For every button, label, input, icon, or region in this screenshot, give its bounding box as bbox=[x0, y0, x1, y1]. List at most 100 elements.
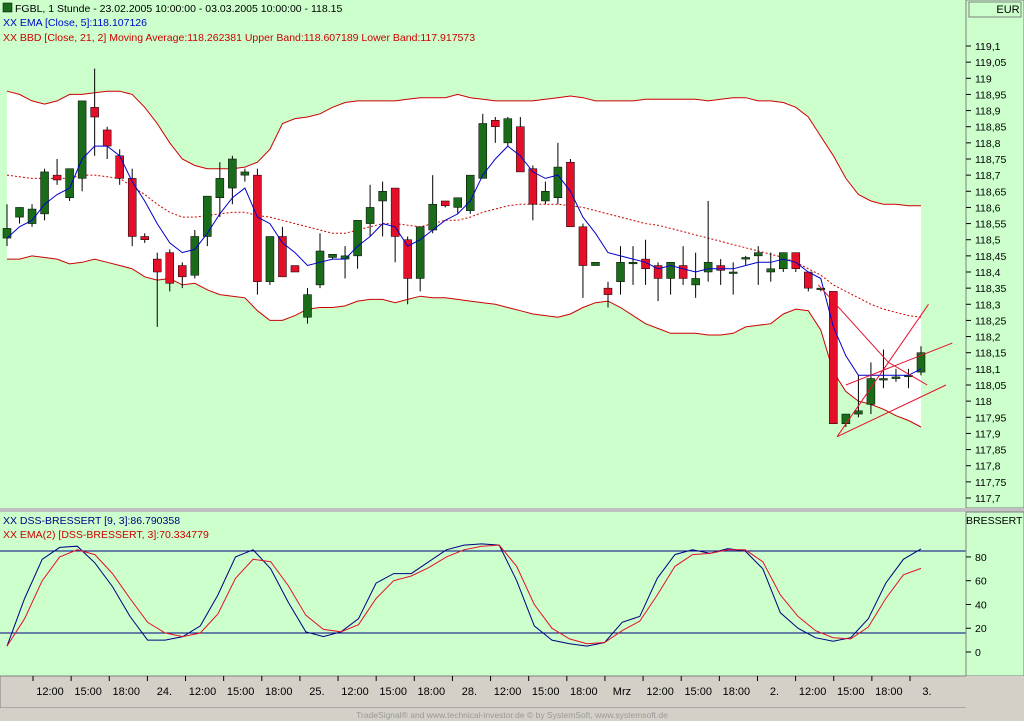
candle[interactable] bbox=[52, 174, 62, 181]
candle[interactable] bbox=[591, 262, 600, 266]
candle[interactable] bbox=[390, 187, 400, 237]
time-tick-label: 18:00 bbox=[418, 686, 446, 698]
price-tick-label: 118,85 bbox=[975, 122, 1006, 134]
price-tick-label: 118,95 bbox=[975, 89, 1006, 101]
candle[interactable] bbox=[541, 191, 550, 202]
candle[interactable] bbox=[678, 265, 688, 279]
candle[interactable] bbox=[879, 378, 888, 381]
candle[interactable] bbox=[328, 253, 337, 258]
candle[interactable] bbox=[466, 174, 475, 211]
candle[interactable] bbox=[603, 287, 613, 295]
dss-legend: XX DSS-BRESSERT [9, 3]:86.790358 bbox=[3, 515, 180, 527]
candle[interactable] bbox=[115, 155, 124, 179]
candle[interactable] bbox=[804, 271, 813, 289]
price-tick-label: 118 bbox=[975, 396, 992, 408]
candle[interactable] bbox=[415, 226, 425, 279]
time-tick-label: 15:00 bbox=[227, 686, 255, 698]
candle[interactable] bbox=[703, 262, 713, 273]
price-tick-label: 118,2 bbox=[975, 332, 1001, 344]
candle[interactable] bbox=[491, 120, 500, 127]
candle[interactable] bbox=[891, 376, 901, 379]
oscillator-tick-label: 40 bbox=[975, 599, 987, 611]
price-tick-label: 117,95 bbox=[975, 412, 1006, 424]
time-tick-label: 24. bbox=[157, 686, 172, 698]
price-tick-label: 118,4 bbox=[975, 267, 1001, 279]
candle[interactable] bbox=[315, 250, 325, 286]
candle[interactable] bbox=[152, 258, 162, 273]
candle[interactable] bbox=[728, 271, 738, 274]
price-tick-label: 118,6 bbox=[975, 202, 1001, 214]
candle[interactable] bbox=[829, 291, 838, 424]
candle[interactable] bbox=[378, 191, 387, 202]
candle[interactable] bbox=[77, 100, 87, 179]
candle[interactable] bbox=[15, 207, 24, 218]
price-tick-label: 118,9 bbox=[975, 106, 1001, 118]
candle[interactable] bbox=[190, 236, 200, 276]
price-tick-label: 119,1 bbox=[975, 41, 1001, 53]
price-tick-label: 118,1 bbox=[975, 364, 1001, 376]
candle[interactable] bbox=[841, 413, 851, 424]
time-tick-label: 2. bbox=[770, 686, 779, 698]
candle[interactable] bbox=[779, 252, 788, 270]
candle[interactable] bbox=[140, 236, 149, 240]
candle[interactable] bbox=[428, 203, 437, 231]
candle[interactable] bbox=[741, 257, 750, 260]
candle[interactable] bbox=[528, 168, 538, 205]
time-tick-label: 3. bbox=[922, 686, 931, 698]
candle[interactable] bbox=[854, 410, 863, 415]
price-tick-label: 118,65 bbox=[975, 186, 1006, 198]
candle[interactable] bbox=[716, 265, 725, 271]
price-tick-label: 117,7 bbox=[975, 493, 1001, 505]
price-tick-label: 118,05 bbox=[975, 380, 1006, 392]
candle[interactable] bbox=[516, 126, 525, 173]
candle[interactable] bbox=[753, 252, 763, 257]
candle[interactable] bbox=[165, 252, 175, 284]
footer-credit: TradeSignal® and www.technical-investor.… bbox=[356, 710, 668, 720]
candle[interactable] bbox=[265, 236, 275, 282]
candle[interactable] bbox=[228, 158, 237, 189]
time-tick-label: 12:00 bbox=[494, 686, 522, 698]
price-tick-label: 118,75 bbox=[975, 154, 1006, 166]
dss-ema-legend: XX EMA(2) [DSS-BRESSERT, 3]:70.334779 bbox=[3, 529, 209, 541]
candle[interactable] bbox=[127, 178, 137, 237]
candle[interactable] bbox=[791, 252, 801, 270]
candle[interactable] bbox=[566, 161, 575, 228]
candle[interactable] bbox=[578, 226, 588, 266]
candle[interactable] bbox=[553, 166, 563, 198]
candle[interactable] bbox=[691, 278, 700, 286]
oscillator-tick-label: 80 bbox=[975, 552, 987, 564]
candle[interactable] bbox=[102, 129, 112, 147]
candle[interactable] bbox=[65, 168, 74, 198]
time-tick-label: 18:00 bbox=[723, 686, 751, 698]
candle[interactable] bbox=[766, 268, 776, 273]
candle[interactable] bbox=[616, 262, 625, 282]
price-tick-label: 118,3 bbox=[975, 299, 1001, 311]
candle[interactable] bbox=[440, 200, 450, 207]
ema-legend: XX EMA [Close, 5]:118.107126 bbox=[3, 17, 147, 29]
time-tick-label: 15:00 bbox=[379, 686, 407, 698]
candle[interactable] bbox=[90, 107, 99, 118]
candle[interactable] bbox=[2, 228, 12, 239]
time-tick-label: 18:00 bbox=[875, 686, 903, 698]
price-tick-label: 117,8 bbox=[975, 461, 1001, 473]
candle[interactable] bbox=[203, 195, 212, 237]
candle[interactable] bbox=[290, 265, 300, 273]
candle[interactable] bbox=[253, 174, 262, 282]
candle[interactable] bbox=[353, 220, 362, 257]
candle[interactable] bbox=[453, 197, 462, 208]
candle[interactable] bbox=[178, 265, 187, 278]
time-tick-label: Mrz bbox=[613, 686, 631, 698]
candle[interactable] bbox=[303, 294, 312, 318]
candle[interactable] bbox=[478, 123, 488, 179]
bbd-legend: XX BBD [Close, 21, 2] Moving Average:118… bbox=[3, 32, 475, 44]
candle[interactable] bbox=[503, 118, 513, 144]
candle[interactable] bbox=[365, 207, 375, 224]
candle[interactable] bbox=[240, 171, 250, 176]
time-tick-label: 18:00 bbox=[112, 686, 140, 698]
candle[interactable] bbox=[215, 178, 225, 198]
candle[interactable] bbox=[628, 262, 638, 265]
panel-separator[interactable] bbox=[0, 508, 1024, 512]
price-tick-label: 117,9 bbox=[975, 428, 1001, 440]
candle[interactable] bbox=[666, 262, 675, 279]
time-tick-label: 28. bbox=[462, 686, 477, 698]
